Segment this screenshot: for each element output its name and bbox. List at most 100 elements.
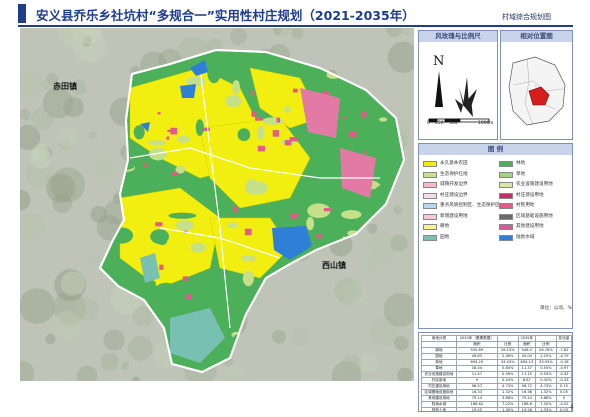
location-map-icon xyxy=(508,56,566,126)
terrain-texture xyxy=(57,127,78,148)
location-panel: 相对位置图 xyxy=(500,30,573,140)
garden-patch xyxy=(227,222,238,229)
legend-swatch xyxy=(423,171,437,178)
garden-patch xyxy=(225,95,242,108)
legend-list: 永久基本农田 生态保护红线 城镇开发边界 村庄建设边界 重点风貌控制区、生态保护区 新增建… xyxy=(423,160,571,320)
garden-patch xyxy=(175,220,195,231)
legend-swatch xyxy=(423,234,437,241)
legend-label: 草地 xyxy=(516,171,526,177)
residential-patch xyxy=(159,264,164,270)
legend-swatch xyxy=(423,224,437,230)
residential-patch xyxy=(232,206,238,213)
residential-patch xyxy=(250,90,254,97)
residential-patch xyxy=(272,130,279,137)
legend-label: 林地 xyxy=(516,161,526,166)
legend-panel: 图 例 永久基本农田 生态保护红线 城镇开发边界 村庄建设边界 重点风貌控制区、生态保护… xyxy=(418,143,573,329)
terrain-texture xyxy=(272,329,287,344)
compass-scale-panel: 风玫瑰与比例尺 N 0 250 500 1000 m xyxy=(418,30,498,140)
forest-patch xyxy=(154,282,178,300)
terrain-texture xyxy=(103,329,125,351)
legend-label: 园地 xyxy=(440,234,450,240)
legend-label: 村庄建设边界 xyxy=(440,192,468,198)
land-use-table: 用地分类 2020年（基期数据） 2035年 变化量 面积 比例 面积 比例 耕地 555.89 2… xyxy=(421,335,572,411)
terrain-texture xyxy=(393,205,403,215)
scale-tick-0: 0 xyxy=(427,121,430,126)
legend-label: 永久基本农田 xyxy=(440,161,468,166)
residential-patch xyxy=(276,117,281,123)
legend-swatch xyxy=(499,203,513,209)
legend-swatch xyxy=(499,224,513,230)
garden-patch xyxy=(241,255,257,262)
legend-swatch xyxy=(423,182,437,188)
legend-label: 其他建设用地 xyxy=(516,224,544,229)
residential-patch xyxy=(182,276,189,281)
forest-patch xyxy=(156,238,168,245)
terrain-texture xyxy=(145,32,156,43)
residential-patch xyxy=(342,116,346,120)
page-header: 安义县乔乐乡社坑村“多规合一”实用性村庄规划（2021-2035年） 村域综合规… xyxy=(0,0,590,27)
terrain-texture xyxy=(367,223,378,234)
legend-label: 城镇开发边界 xyxy=(440,182,468,187)
village-land-use-map[interactable]: 赤田镇 西山镇 xyxy=(20,28,414,381)
legend-label: 村民用地 xyxy=(516,203,535,208)
terrain-texture xyxy=(341,355,361,375)
terrain-texture xyxy=(335,278,363,306)
legend-label: 区域基础设施用地 xyxy=(516,213,553,219)
terrain-texture xyxy=(89,130,98,140)
table-row: 其他土地 19.55 1.30% 19.58 1.33% 0.03 xyxy=(421,407,572,411)
garden-patch xyxy=(147,140,167,146)
table-cell: 1.30% xyxy=(496,407,519,411)
garden-patch xyxy=(262,117,284,125)
table-cell: 2035年 xyxy=(517,335,536,342)
legend-swatch xyxy=(499,161,513,167)
north-arrow-shape xyxy=(435,71,443,107)
terrain-texture xyxy=(51,311,83,342)
forest-patch xyxy=(181,283,192,290)
terrain-texture xyxy=(60,271,85,296)
residential-patch xyxy=(251,110,257,117)
table-cell: 其他土地 xyxy=(421,407,457,411)
scale-tick-1000: 1000 xyxy=(478,121,490,126)
legend-swatch xyxy=(423,213,437,220)
table-cell: 区域基础设施用地 xyxy=(421,389,457,396)
map-canvas[interactable] xyxy=(20,28,414,381)
page-number: 4 xyxy=(570,404,574,411)
legend-swatch xyxy=(499,171,513,178)
scale-unit: m xyxy=(489,121,494,126)
terrain-texture xyxy=(45,333,56,345)
terrain-texture xyxy=(20,108,31,121)
forest-patch xyxy=(223,61,243,81)
north-arrow-icon: N xyxy=(428,54,490,123)
garden-patch xyxy=(379,117,388,122)
legend-swatch xyxy=(499,192,513,199)
legend-swatch xyxy=(423,203,437,209)
residential-patch xyxy=(171,172,179,176)
terrain-texture xyxy=(100,352,119,371)
legend-swatch xyxy=(423,192,437,199)
terrain-texture xyxy=(91,153,119,181)
garden-patch xyxy=(256,125,265,140)
residential-patch xyxy=(202,127,210,132)
garden-patch xyxy=(232,80,241,95)
map-sidebar: 风玫瑰与比例尺 N 0 250 500 1000 m 相对位置图 图 例 永久基… xyxy=(418,28,573,412)
table-cell: 变化量 xyxy=(555,335,572,342)
garden-patch xyxy=(244,179,260,195)
terrain-texture xyxy=(85,252,100,268)
legend-label: 村庄建设用地 xyxy=(516,192,544,198)
residential-patch xyxy=(170,127,178,135)
scale-tick-500: 500 xyxy=(449,121,458,126)
residential-patch xyxy=(186,294,192,300)
table-cell: 2020年（基期数据） xyxy=(455,335,498,342)
residential-patch xyxy=(257,145,266,152)
map-subtitle: 村域综合规划图 xyxy=(502,13,551,21)
scale-labels: 0 250 500 1000 m xyxy=(423,121,495,129)
table-cell: 694.13 xyxy=(517,359,536,366)
residential-patch xyxy=(323,208,332,212)
terrain-texture xyxy=(46,173,76,203)
legend-swatch xyxy=(499,213,513,220)
town-label-chitian: 赤田镇 xyxy=(53,81,77,91)
terrain-texture xyxy=(230,28,247,45)
scale-tick-250: 250 xyxy=(435,121,444,126)
residential-patch xyxy=(244,228,252,236)
terrain-texture xyxy=(292,326,310,345)
